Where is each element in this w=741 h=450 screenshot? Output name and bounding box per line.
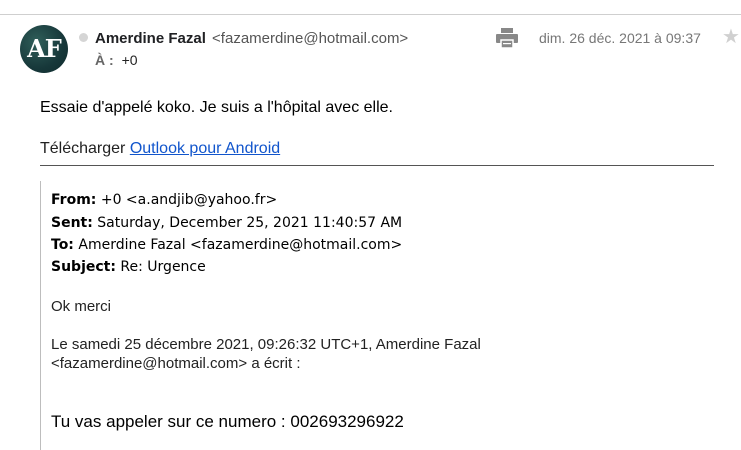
printer-icon [496, 28, 518, 49]
recipient-line: À : +0 [95, 52, 138, 68]
quoted-subject-label: Subject: [51, 259, 116, 275]
sender-name[interactable]: Amerdine Fazal [95, 30, 206, 47]
quoted-sent-label: Sent: [51, 215, 93, 231]
original-message-text: Tu vas appeler sur ce numero : 002693296… [51, 412, 404, 431]
message-body: Essaie d'appelé koko. Je suis a l'hôpita… [40, 99, 393, 116]
top-divider [0, 14, 741, 15]
to-label: À : [95, 52, 114, 68]
quoted-to-label: To: [51, 237, 74, 253]
quoted-sent: Sent: Saturday, December 25, 2021 11:40:… [51, 215, 402, 231]
sender-email: <fazamerdine@hotmail.com> [212, 30, 409, 47]
message-date: dim. 26 déc. 2021 à 09:37 [539, 30, 701, 46]
quoted-subject: Subject: Re: Urgence [51, 259, 206, 275]
quoted-from-label: From: [51, 192, 97, 208]
attribution-line-1: Le samedi 25 décembre 2021, 09:26:32 UTC… [51, 336, 481, 353]
quoted-subject-value: Re: Urgence [115, 259, 206, 275]
signature-divider [40, 165, 714, 166]
presence-dot-icon [79, 33, 88, 42]
print-button[interactable] [496, 28, 518, 49]
avatar-initials: AF [27, 34, 62, 63]
quoted-reply: Ok merci [51, 298, 111, 315]
quote-bar [40, 181, 41, 450]
download-prefix: Télécharger [40, 140, 130, 157]
to-value[interactable]: +0 [122, 52, 138, 68]
attribution-line-2: <fazamerdine@hotmail.com> a écrit : [51, 355, 301, 372]
outlook-android-link[interactable]: Outlook pour Android [130, 140, 280, 157]
quoted-from-value: +0 <a.andjib@yahoo.fr> [96, 192, 278, 208]
download-line: Télécharger Outlook pour Android [40, 140, 280, 158]
quoted-from: From: +0 <a.andjib@yahoo.fr> [51, 192, 277, 208]
quoted-to-value: Amerdine Fazal <fazamerdine@hotmail.com> [73, 237, 403, 253]
quoted-sent-value: Saturday, December 25, 2021 11:40:57 AM [92, 215, 403, 231]
sender-avatar[interactable]: AF [20, 25, 68, 73]
quoted-to: To: Amerdine Fazal <fazamerdine@hotmail.… [51, 237, 402, 253]
star-icon[interactable]: ★ [722, 24, 740, 49]
sender-line: Amerdine Fazal <fazamerdine@hotmail.com> [95, 30, 408, 47]
